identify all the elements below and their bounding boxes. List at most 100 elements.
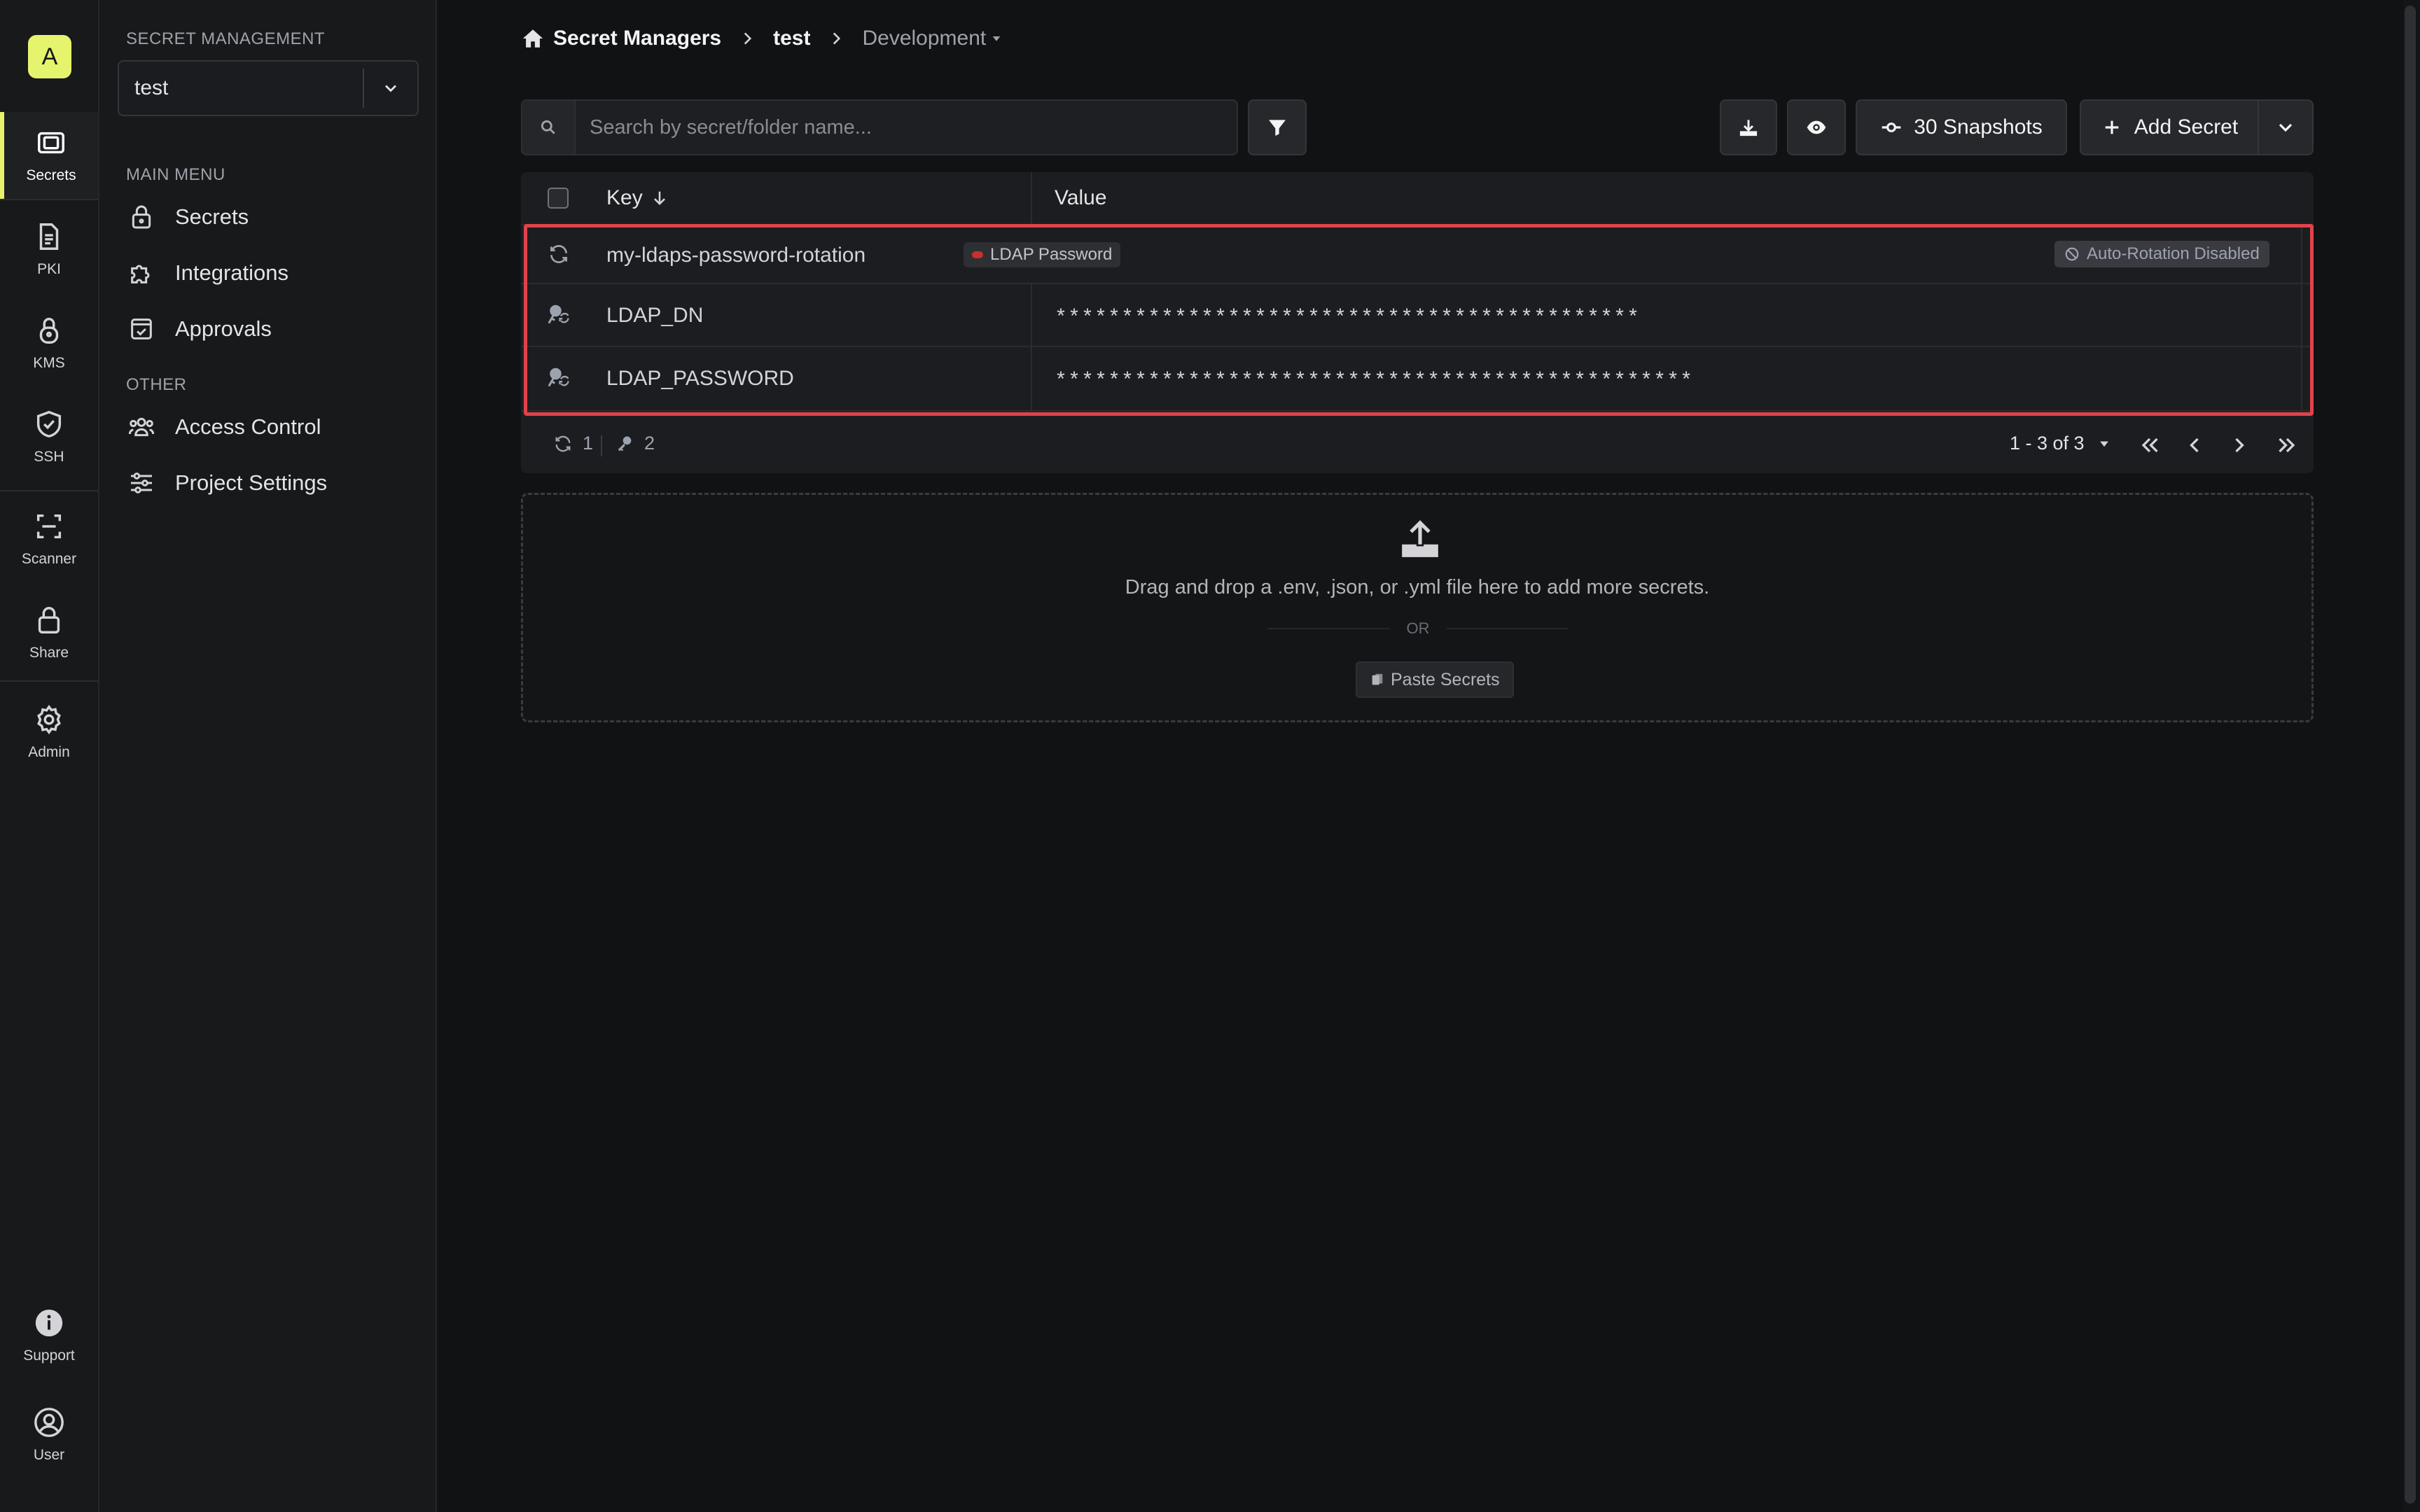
secret-key[interactable]: LDAP_PASSWORD (606, 367, 794, 391)
paste-icon (1372, 673, 1383, 685)
arrow-down-icon (653, 191, 665, 205)
prev-page-icon[interactable] (2182, 433, 2207, 458)
rotate-icon (555, 435, 571, 451)
rotation-count: 1 (553, 433, 593, 454)
secret-key[interactable]: my-ldaps-password-rotation (606, 244, 865, 267)
rail-item-label: PKI (37, 261, 61, 277)
table-row[interactable]: LDAP_DN ********************************… (521, 284, 2314, 347)
project-select[interactable]: test (118, 60, 419, 116)
rotation-status-label: Auto-Rotation Disabled (2087, 244, 2260, 263)
secret-count-value: 2 (644, 433, 655, 454)
column-header-key[interactable]: Key (606, 186, 669, 210)
info-icon (35, 1309, 63, 1337)
menu-item-label: Integrations (175, 260, 288, 285)
scrollbar-thumb[interactable] (2405, 6, 2416, 1504)
search-icon-box (522, 101, 576, 154)
snapshots-button[interactable]: 30 Snapshots (1856, 99, 2067, 155)
chevron-down-icon (385, 85, 396, 92)
rail-item-share[interactable]: Share (0, 589, 98, 676)
chevron-right-icon (744, 32, 752, 45)
secret-value-masked[interactable]: ****************************************… (1055, 370, 1693, 393)
search-bar (521, 99, 1238, 155)
key-rotation-icon (548, 368, 569, 386)
column-header-key-label: Key (606, 186, 643, 209)
rail-item-label: SSH (34, 449, 64, 465)
rail-item-user[interactable]: User (0, 1392, 98, 1478)
rail-item-label: Support (23, 1348, 75, 1364)
filter-button[interactable] (1248, 99, 1307, 155)
rail-item-label: KMS (33, 355, 65, 371)
rail-item-admin[interactable]: Admin (0, 689, 98, 776)
document-icon (39, 223, 59, 250)
upload-dropzone[interactable]: Drag and drop a .env, .json, or .yml fil… (521, 493, 2314, 722)
environment-select[interactable]: Development (862, 27, 986, 50)
home-icon[interactable] (521, 27, 545, 50)
column-divider (2301, 347, 2302, 412)
secret-key[interactable]: LDAP_DN (606, 304, 703, 328)
download-button[interactable] (1720, 99, 1777, 155)
key-icon (618, 436, 632, 451)
rail-item-support[interactable]: Support (0, 1292, 98, 1379)
rail-item-ssh[interactable]: SSH (0, 393, 98, 480)
dropzone-text: Drag and drop a .env, .json, or .yml fil… (1125, 576, 1710, 598)
scan-icon (36, 514, 62, 539)
eye-icon (1807, 120, 1826, 134)
project-select-toggle[interactable] (364, 61, 417, 115)
divider-line (1267, 628, 1390, 629)
breadcrumb-project[interactable]: test (773, 27, 810, 50)
rail-item-kms[interactable]: KMS (0, 300, 98, 386)
column-header-value: Value (1055, 186, 1107, 209)
rail-item-scanner[interactable]: Scanner (0, 496, 98, 582)
users-icon (128, 417, 155, 437)
lock-icon (132, 205, 151, 229)
rail-item-secrets[interactable]: Secrets (0, 112, 98, 199)
column-divider (1031, 347, 1032, 412)
main-menu-title: MAIN MENU (126, 165, 225, 184)
select-all-checkbox[interactable] (548, 188, 569, 209)
pagination-range[interactable]: 1 - 3 of 3 (2010, 433, 2111, 454)
first-page-icon[interactable] (2137, 433, 2162, 458)
rail-divider (0, 199, 98, 200)
add-secret-label: Add Secret (2134, 115, 2239, 139)
menu-item-label: Secrets (175, 204, 249, 229)
ldap-icon (972, 251, 983, 258)
other-menu-title: OTHER (126, 375, 187, 394)
download-icon (1739, 120, 1758, 136)
rotation-type-label: LDAP Password (990, 245, 1113, 264)
sliders-icon (131, 472, 152, 493)
add-secret-button[interactable]: Add Secret (2080, 99, 2259, 155)
breadcrumb-root[interactable]: Secret Managers (553, 27, 721, 50)
menu-item-secrets[interactable]: Secrets (127, 196, 249, 238)
menu-item-access-control[interactable]: Access Control (127, 406, 321, 448)
last-page-icon[interactable] (2274, 433, 2300, 458)
add-secret-dropdown[interactable] (2258, 99, 2314, 155)
rail-item-pki[interactable]: PKI (0, 206, 98, 293)
or-label: OR (1406, 620, 1430, 637)
menu-item-project-settings[interactable]: Project Settings (127, 462, 327, 504)
menu-item-approvals[interactable]: Approvals (127, 308, 272, 350)
key-rotation-icon (548, 304, 569, 323)
table-row[interactable]: LDAP_PASSWORD **************************… (521, 347, 2314, 412)
secrets-table: Key Value my-ldaps-password-rotation LDA… (521, 172, 2314, 473)
menu-item-label: Access Control (175, 414, 321, 439)
table-row[interactable]: my-ldaps-password-rotation LDAP Password… (521, 227, 2314, 284)
search-input[interactable] (576, 101, 1237, 154)
caret-down-icon[interactable] (990, 32, 1003, 45)
vault-icon (38, 132, 64, 154)
menu-item-label: Project Settings (175, 470, 328, 495)
column-divider (1031, 284, 1032, 347)
table-header: Key Value (521, 172, 2314, 225)
menu-item-integrations[interactable]: Integrations (127, 252, 288, 294)
pagination-label: 1 - 3 of 3 (2010, 433, 2085, 454)
next-page-icon[interactable] (2227, 433, 2252, 458)
upload-icon (1402, 520, 1438, 557)
reveal-values-button[interactable] (1787, 99, 1846, 155)
rail-item-label: Scanner (21, 551, 77, 567)
org-avatar[interactable]: A (28, 35, 71, 78)
paste-secrets-button[interactable]: Paste Secrets (1356, 662, 1514, 698)
secret-value-masked[interactable]: ****************************************… (1055, 307, 1640, 330)
puzzle-icon (131, 265, 150, 284)
paste-secrets-label: Paste Secrets (1391, 669, 1500, 690)
secret-count: 2 (615, 433, 655, 454)
divider (601, 435, 602, 456)
